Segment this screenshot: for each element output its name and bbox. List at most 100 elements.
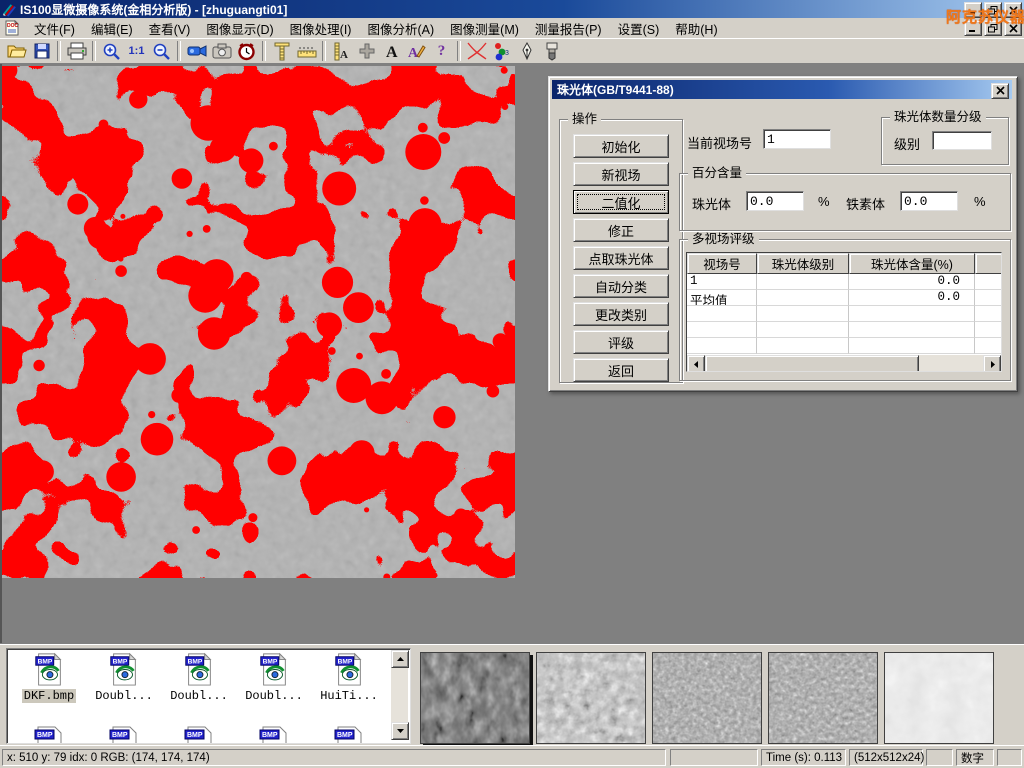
curve-tool-button[interactable] [464, 40, 489, 62]
zoom-1-1-button[interactable]: 1:1 [124, 40, 149, 62]
move-cross-button[interactable] [354, 40, 379, 62]
timer-clock-button[interactable] [234, 40, 259, 62]
dialog-close-button[interactable] [991, 83, 1009, 99]
color-markers-icon: 3 [492, 42, 512, 61]
thumbnail-4[interactable] [768, 652, 878, 744]
menu-file[interactable]: 文件(F) [26, 17, 83, 40]
col-field-no[interactable]: 视场号 [687, 253, 757, 274]
caliper-vertical-button[interactable] [269, 40, 294, 62]
return-button[interactable]: 返回 [573, 358, 669, 382]
table-row[interactable]: 平均值 0.0 [687, 290, 1002, 306]
init-button[interactable]: 初始化 [573, 134, 669, 158]
text-label-button[interactable]: A [379, 40, 404, 62]
curve-tool-icon [466, 41, 488, 61]
document-system-icon[interactable]: DOC [4, 20, 20, 36]
edit-annotation-button[interactable]: A [404, 40, 429, 62]
print-button[interactable] [64, 40, 89, 62]
file-name[interactable]: HuiTi... [318, 689, 380, 703]
metallographic-image[interactable] [2, 66, 515, 578]
pick-pearlite-button[interactable]: 点取珠光体 [573, 246, 669, 270]
multi-field-group: 多视场评级 视场号 珠光体级别 珠光体含量(%) 铁素体 1 0.0 平均值 0… [679, 239, 1011, 381]
file-item[interactable]: BMP DKF.bmp [13, 652, 85, 704]
thumbnail-1[interactable] [420, 652, 530, 744]
svg-text:DOC: DOC [7, 23, 19, 29]
file-item[interactable]: BMP Doubl... [163, 652, 235, 704]
ruler-horizontal-button[interactable] [294, 40, 319, 62]
camera-capture-button[interactable] [209, 40, 234, 62]
bmp-file-icon: BMP [258, 725, 290, 744]
menu-image-measure[interactable]: 图像测量(M) [442, 17, 527, 40]
pearlite-dialog: 珠光体(GB/T9441-88) 操作 初始化 新视场 二值化 修正 点取珠光体… [548, 76, 1018, 392]
file-item[interactable]: BMP Doubl... [88, 652, 160, 704]
col-pearlite-content[interactable]: 珠光体含量(%) [849, 253, 975, 274]
thumbnail-5[interactable] [884, 652, 994, 744]
menu-view[interactable]: 查看(V) [141, 17, 199, 40]
window-title: IS100显微摄像系统(金相分析版) - [zhuguangti01] [20, 1, 287, 18]
file-name[interactable]: Doubl... [243, 689, 305, 703]
save-button[interactable] [29, 40, 54, 62]
pearlite-percent-input[interactable] [746, 191, 804, 211]
svg-text:A: A [386, 44, 398, 60]
help-button[interactable]: ? [429, 40, 454, 62]
zoom-in-icon [102, 42, 121, 61]
menu-image-display[interactable]: 图像显示(D) [198, 17, 281, 40]
dialog-title-bar[interactable]: 珠光体(GB/T9441-88) [552, 80, 1012, 99]
scroll-left-button[interactable] [687, 355, 705, 372]
menu-help[interactable]: 帮助(H) [667, 17, 725, 40]
file-item-partial[interactable]: BMP [238, 725, 310, 744]
file-item-partial[interactable]: BMP [163, 725, 235, 744]
thumbnail-2[interactable] [536, 652, 646, 744]
arrow-down-icon [397, 728, 404, 735]
file-item[interactable]: BMP HuiTi... [313, 652, 385, 704]
ferrite-percent-input[interactable] [900, 191, 958, 211]
menu-measure-report[interactable]: 测量报告(P) [527, 17, 610, 40]
file-list-scrollbar[interactable] [391, 650, 408, 740]
zoom-out-button[interactable] [149, 40, 174, 62]
svg-text:BMP: BMP [337, 732, 353, 739]
file-item-partial[interactable]: BMP [13, 725, 85, 744]
menu-settings[interactable]: 设置(S) [610, 17, 668, 40]
table-row[interactable]: 1 0.0 [687, 274, 1002, 290]
bmp-file-icon: BMP [108, 725, 140, 744]
file-item-partial[interactable]: BMP [88, 725, 160, 744]
col-ferrite[interactable]: 铁素体 [975, 253, 1002, 274]
menu-edit[interactable]: 编辑(E) [83, 17, 141, 40]
horizontal-scrollbar[interactable] [687, 355, 1001, 371]
current-field-input[interactable] [763, 129, 831, 149]
toolbar-separator [177, 41, 181, 61]
video-capture-button[interactable] [184, 40, 209, 62]
file-browser[interactable]: BMP DKF.bmp BMP Doubl... BMP Doubl... [6, 648, 411, 744]
rate-button[interactable]: 评级 [573, 330, 669, 354]
file-name[interactable]: DKF.bmp [22, 689, 76, 703]
svg-text:BMP: BMP [188, 658, 203, 665]
scrollbar-thumb[interactable] [705, 355, 919, 372]
brush-tool-button[interactable] [539, 40, 564, 62]
menu-image-process[interactable]: 图像处理(I) [282, 17, 360, 40]
open-file-button[interactable] [4, 40, 29, 62]
file-item-partial[interactable]: BMP [313, 725, 385, 744]
file-name[interactable]: Doubl... [168, 689, 230, 703]
file-item[interactable]: BMP Doubl... [238, 652, 310, 704]
measure-text-button[interactable]: A [329, 40, 354, 62]
auto-classify-button[interactable]: 自动分类 [573, 274, 669, 298]
new-field-button[interactable]: 新视场 [573, 162, 669, 186]
pen-tool-button[interactable] [514, 40, 539, 62]
thumbnail-3[interactable] [652, 652, 762, 744]
scroll-down-button[interactable] [391, 722, 409, 740]
level-input[interactable] [932, 131, 992, 150]
operation-group: 操作 初始化 新视场 二值化 修正 点取珠光体 自动分类 更改类别 评级 返回 [559, 119, 683, 383]
col-pearlite-level[interactable]: 珠光体级别 [757, 253, 849, 274]
menu-image-analysis[interactable]: 图像分析(A) [359, 17, 442, 40]
binarize-button[interactable]: 二值化 [573, 190, 669, 214]
scroll-up-button[interactable] [391, 650, 409, 668]
correct-button[interactable]: 修正 [573, 218, 669, 242]
scroll-right-button[interactable] [983, 355, 1001, 372]
multi-field-group-label: 多视场评级 [688, 232, 759, 246]
table-row-empty [687, 338, 1002, 354]
color-markers-button[interactable]: 3 [489, 40, 514, 62]
multi-field-table[interactable]: 视场号 珠光体级别 珠光体含量(%) 铁素体 1 0.0 平均值 0.0 [686, 252, 1002, 372]
brush-icon [544, 42, 560, 61]
file-name[interactable]: Doubl... [93, 689, 155, 703]
change-class-button[interactable]: 更改类别 [573, 302, 669, 326]
zoom-in-button[interactable] [99, 40, 124, 62]
